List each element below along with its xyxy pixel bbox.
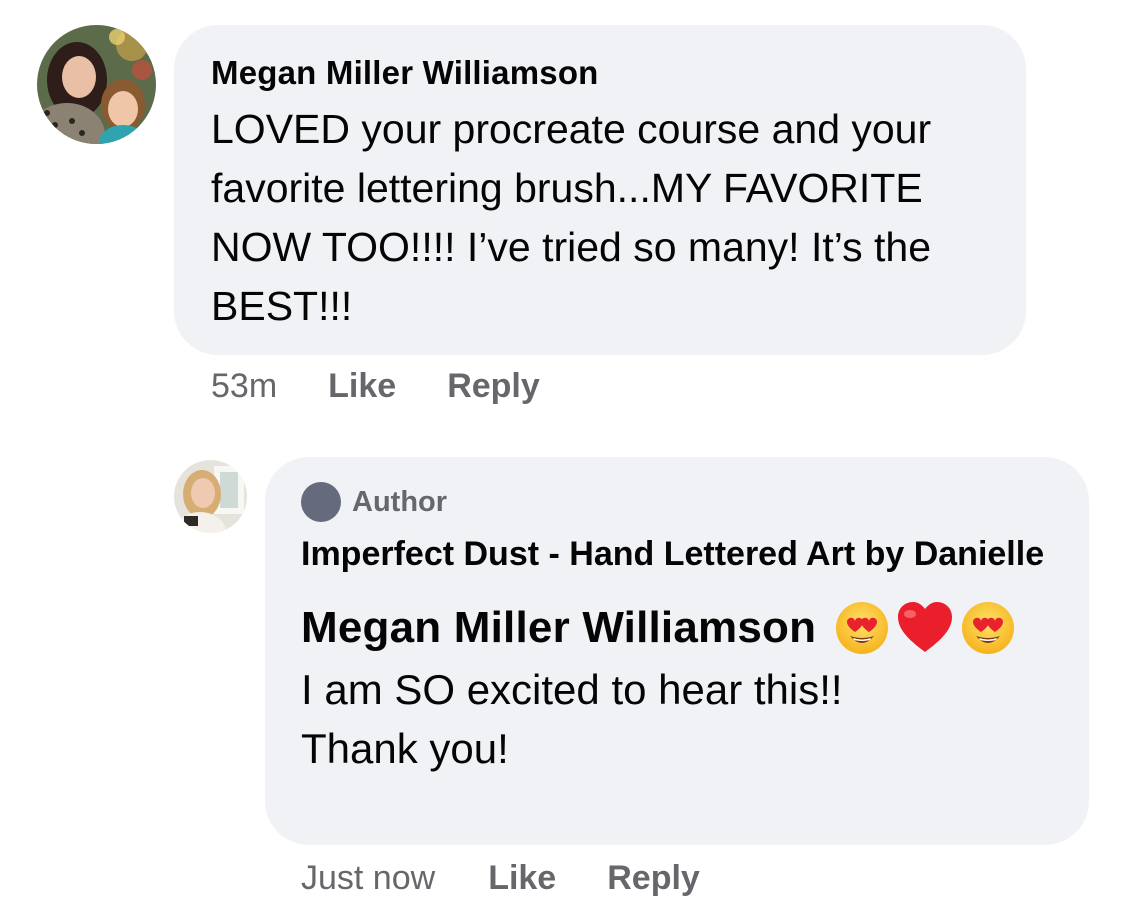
like-button[interactable]: Like	[488, 859, 556, 898]
commenter-avatar[interactable]	[37, 25, 156, 144]
reply-button[interactable]: Reply	[607, 859, 700, 898]
reply-actions: Just now Like Reply	[301, 857, 700, 899]
comment-actions: 53m Like Reply	[211, 366, 540, 406]
red-heart-emoji-icon	[898, 602, 953, 652]
reply-bubble: Author Imperfect Dust - Hand Lettered Ar…	[265, 457, 1089, 845]
emoji-group	[834, 600, 1022, 656]
comment-bubble: Megan Miller Williamson LOVED your procr…	[174, 25, 1026, 355]
reply-author-name[interactable]: Imperfect Dust - Hand Lettered Art by Da…	[301, 527, 1061, 581]
mention-tag[interactable]: Megan Miller Williamson	[301, 603, 816, 653]
reply-text-line: I am SO excited to hear this!!	[301, 666, 843, 713]
reply-timestamp[interactable]: Just now	[301, 859, 435, 898]
author-badge: Author	[301, 482, 1069, 522]
like-button[interactable]: Like	[328, 367, 396, 406]
heart-eyes-emoji-icon	[836, 602, 889, 654]
comment-author-name[interactable]: Megan Miller Williamson	[211, 53, 996, 93]
author-badge-label: Author	[352, 485, 448, 518]
comment-text: LOVED your procreate course and your fav…	[211, 106, 932, 329]
reply-button[interactable]: Reply	[447, 367, 540, 406]
reply-author-avatar[interactable]	[174, 460, 247, 533]
comment-timestamp[interactable]: 53m	[211, 367, 277, 406]
reply-text-line: Thank you!	[301, 725, 509, 772]
author-badge-icon	[301, 482, 341, 522]
reply-text: I am SO excited to hear this!! Thank you…	[301, 660, 1069, 778]
mention-row: Megan Miller Williamson	[301, 599, 1069, 657]
heart-eyes-emoji-icon	[962, 602, 1015, 654]
